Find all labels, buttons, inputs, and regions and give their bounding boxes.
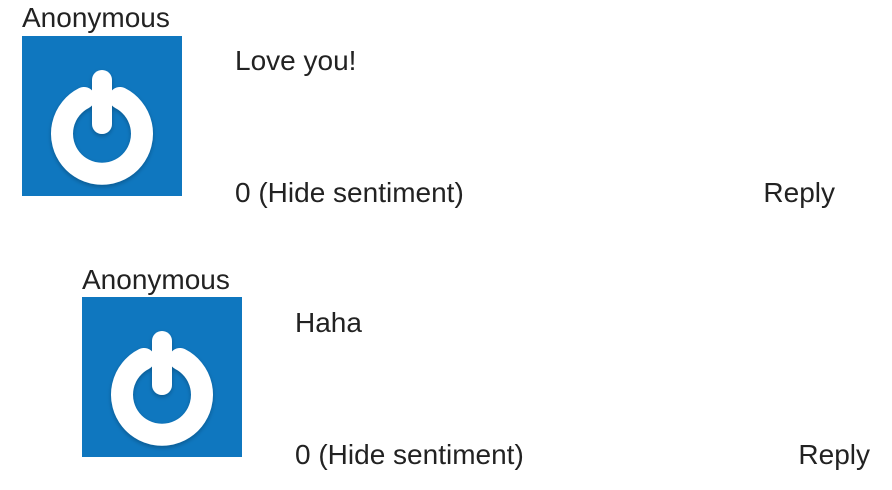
avatar[interactable] xyxy=(82,297,242,457)
reply-button[interactable]: Reply xyxy=(798,438,870,472)
comment: Anonymous Love you! 0 (Hide sentiment) R… xyxy=(22,0,852,210)
hide-sentiment-link[interactable]: (Hide sentiment) xyxy=(258,177,463,208)
vote-count: 0 xyxy=(295,439,311,470)
comment-author: Anonymous xyxy=(22,2,170,33)
comment-author: Anonymous xyxy=(82,264,230,295)
hide-sentiment-link[interactable]: (Hide sentiment) xyxy=(318,439,523,470)
comment-body: Love you! xyxy=(235,45,357,76)
sentiment-toggle[interactable]: 0 (Hide sentiment) xyxy=(295,438,524,472)
avatar[interactable] xyxy=(22,36,182,196)
sentiment-toggle[interactable]: 0 (Hide sentiment) xyxy=(235,176,464,210)
comment-body: Haha xyxy=(295,307,362,338)
comment-thread: Anonymous Love you! 0 (Hide sentiment) R… xyxy=(0,0,892,490)
reply-button[interactable]: Reply xyxy=(763,176,835,210)
power-icon xyxy=(51,70,153,185)
comment-reply: Anonymous Haha 0 (Hide sentiment) Reply xyxy=(82,262,882,472)
vote-count: 0 xyxy=(235,177,251,208)
power-icon xyxy=(111,331,213,446)
